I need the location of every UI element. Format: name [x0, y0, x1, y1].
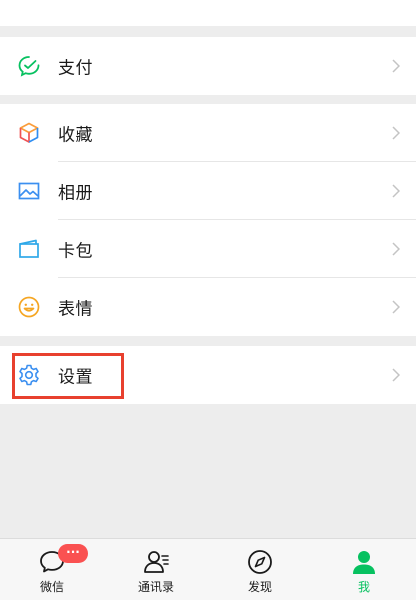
tab-discover-label: 发现: [247, 580, 272, 594]
contacts-icon: [142, 548, 170, 576]
tab-contacts-label: 通讯录: [137, 580, 174, 594]
menu-item-stickers-label: 表情: [58, 299, 93, 320]
menu-item-settings[interactable]: 设置: [0, 346, 416, 404]
tools-group: 收藏 相册 卡包 表情: [0, 104, 416, 336]
pay-check-icon: [17, 54, 41, 78]
tab-chats[interactable]: ··· 微信: [0, 539, 104, 600]
tab-contacts[interactable]: 通讯录: [104, 539, 208, 600]
menu-item-pay-label: 支付: [58, 58, 93, 79]
menu-item-pay[interactable]: 支付: [0, 37, 416, 95]
gear-icon: [17, 363, 41, 387]
tab-me-label: 我: [357, 580, 370, 594]
settings-group: 设置: [0, 346, 416, 404]
cube-icon: [17, 121, 41, 145]
unread-badge: ···: [58, 544, 88, 563]
tab-me[interactable]: 我: [312, 539, 416, 600]
menu-item-cards[interactable]: 卡包: [0, 220, 416, 278]
tab-chats-label: 微信: [39, 580, 64, 594]
chevron-right-icon: [392, 126, 400, 140]
chevron-right-icon: [392, 368, 400, 382]
menu-item-album-label: 相册: [58, 183, 93, 204]
bottom-tab-bar: ··· 微信 通讯录 发现 我: [0, 538, 416, 600]
picture-icon: [17, 179, 41, 203]
top-header-strip: [0, 0, 416, 26]
menu-item-settings-label: 设置: [58, 367, 93, 388]
menu-item-cards-label: 卡包: [58, 241, 93, 262]
menu-item-favorites[interactable]: 收藏: [0, 104, 416, 162]
chevron-right-icon: [392, 59, 400, 73]
menu-item-favorites-label: 收藏: [58, 125, 93, 146]
menu-item-stickers[interactable]: 表情: [0, 278, 416, 336]
person-icon: [350, 548, 378, 576]
compass-icon: [246, 548, 274, 576]
chevron-right-icon: [392, 300, 400, 314]
pay-group: 支付: [0, 37, 416, 95]
card-wallet-icon: [17, 237, 41, 261]
smile-icon: [17, 295, 41, 319]
chevron-right-icon: [392, 242, 400, 256]
menu-item-album[interactable]: 相册: [0, 162, 416, 220]
tab-discover[interactable]: 发现: [208, 539, 312, 600]
chevron-right-icon: [392, 184, 400, 198]
